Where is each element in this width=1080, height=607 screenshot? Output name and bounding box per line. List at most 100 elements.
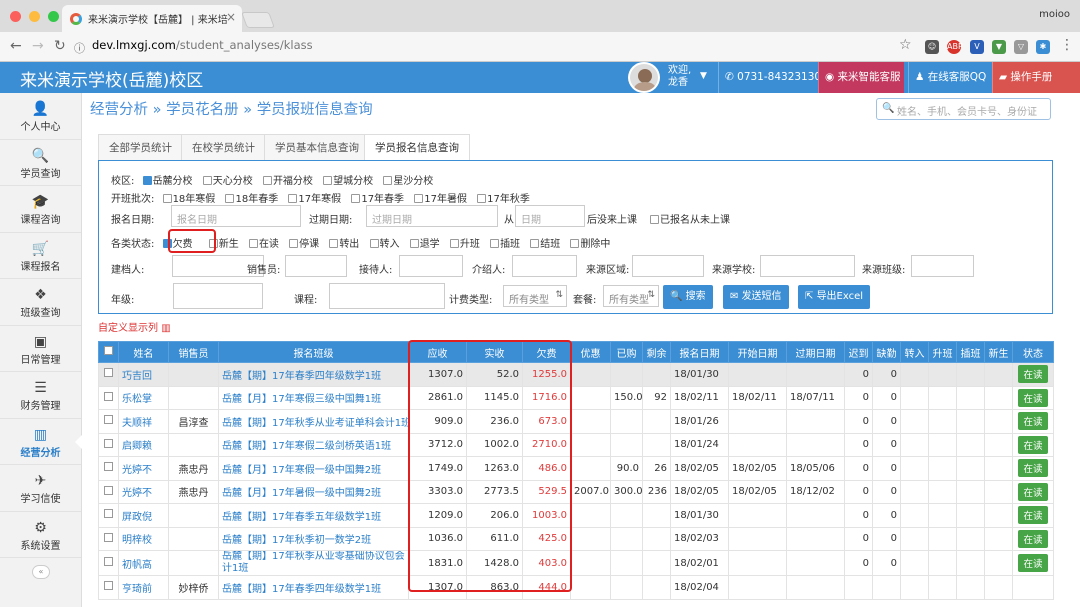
minimize-window-button[interactable]	[29, 11, 41, 22]
campus-option[interactable]: 天心分校	[198, 172, 253, 187]
col-header[interactable]: 欠费	[522, 341, 571, 363]
cell-name[interactable]: 夫顺祥	[118, 409, 169, 434]
status-option[interactable]: 转出	[324, 235, 359, 250]
browser-menu-icon[interactable]: ⋮	[1060, 37, 1074, 53]
batch-option[interactable]: 18年寒假	[158, 190, 215, 205]
table-row[interactable]: 初帆高 岳麓【期】17年秋季从业零基础协议包会计1班 1831.0 1428.0 403…	[98, 550, 1054, 576]
tab-all-students[interactable]: 全部学员统计	[98, 134, 183, 161]
cell-name[interactable]: 明梓校	[118, 526, 169, 551]
status-option[interactable]: 升班	[445, 235, 480, 250]
status-badge[interactable]: 在读	[1018, 529, 1048, 548]
col-header[interactable]: 过期日期	[786, 341, 845, 363]
extension-shield-icon[interactable]: ▼	[992, 40, 1006, 54]
col-header[interactable]: 状态	[1012, 341, 1054, 363]
source-class-input[interactable]	[911, 255, 974, 277]
cell-klass[interactable]: 岳麓【月】17年暑假一级中国舞2班	[218, 479, 409, 504]
row-checkbox[interactable]	[98, 503, 119, 528]
reload-icon[interactable]: ↻	[54, 38, 66, 54]
col-header[interactable]: 升班	[928, 341, 957, 363]
browser-tab[interactable]: 来米演示学校【岳麓】 | 来米培 ×	[62, 5, 242, 32]
campus-option[interactable]: 星沙分校	[378, 172, 433, 187]
grade-input[interactable]	[173, 283, 263, 309]
tab-enrolled-students[interactable]: 在校学员统计	[181, 134, 266, 161]
campus-option[interactable]: 岳麓分校	[138, 172, 193, 187]
table-row[interactable]: 屏政倪 岳麓【期】17年春季五年级数学1班 1209.0 206.0 1003.0 18/…	[98, 503, 1054, 528]
campus-option[interactable]: 开福分校	[258, 172, 313, 187]
batch-option[interactable]: 17年暑假	[409, 190, 467, 205]
tab-basic-info[interactable]: 学员基本信息查询	[264, 134, 370, 161]
collapse-sidebar-icon[interactable]: «	[32, 565, 50, 579]
never-attended-option[interactable]: 已报名从未上课	[645, 211, 730, 226]
col-header[interactable]: 开始日期	[728, 341, 787, 363]
export-excel-button[interactable]: ⇱ 导出Excel	[798, 285, 871, 309]
col-header[interactable]: 报名班级	[218, 341, 409, 363]
custom-columns-link[interactable]: 自定义显示列 ▥	[98, 319, 171, 334]
tab-close-icon[interactable]: ×	[226, 10, 236, 24]
back-icon[interactable]: ←	[10, 38, 22, 54]
cell-klass[interactable]: 岳麓【期】17年秋季从业考证单科会计1班	[218, 409, 409, 434]
cell-klass[interactable]: 岳麓【期】17年春季五年级数学1班	[218, 503, 409, 528]
col-header[interactable]: 剩余	[642, 341, 671, 363]
receiver-input[interactable]	[399, 255, 463, 277]
seller-input[interactable]	[285, 255, 347, 277]
qq-service-button[interactable]: ♟ 在线客服QQ	[908, 62, 992, 93]
close-window-button[interactable]	[10, 11, 21, 22]
cell-name[interactable]: 乐松掌	[118, 385, 169, 410]
tab-enroll-info[interactable]: 学员报名信息查询	[364, 134, 470, 162]
enroll-date-input[interactable]: 报名日期	[171, 205, 301, 227]
cell-name[interactable]: 光婷不	[118, 479, 169, 504]
sidebar-item-course-enroll[interactable]: 🛒 课程报名	[0, 233, 81, 279]
col-header[interactable]: 销售员	[168, 341, 219, 363]
select-all-checkbox[interactable]	[98, 341, 119, 363]
source-school-input[interactable]	[760, 255, 855, 277]
sidebar-item-analysis[interactable]: ▥ 经营分析	[0, 419, 82, 465]
info-icon[interactable]: ⓘ	[74, 40, 85, 56]
cell-klass[interactable]: 岳麓【期】17年秋季从业零基础协议包会计1班	[218, 550, 409, 576]
sidebar-item-daily[interactable]: ▣ 日常管理	[0, 326, 81, 372]
status-option[interactable]: 在读	[244, 235, 279, 250]
col-header[interactable]: 转入	[900, 341, 929, 363]
status-option[interactable]: 结班	[525, 235, 560, 250]
row-checkbox[interactable]	[98, 456, 119, 481]
sidebar-item-settings[interactable]: ⚙ 系统设置	[0, 512, 81, 558]
extension-filter-icon[interactable]: ▽	[1014, 40, 1028, 54]
expire-date-input[interactable]: 过期日期	[366, 205, 498, 227]
profile-name[interactable]: moioo	[1039, 9, 1070, 20]
bookmark-star-icon[interactable]: ☆	[899, 37, 912, 53]
cell-name[interactable]: 启卿赖	[118, 432, 169, 457]
cell-name[interactable]: 巧吉回	[118, 362, 169, 387]
batch-option[interactable]: 18年春季	[220, 190, 278, 205]
status-badge[interactable]: 在读	[1018, 506, 1048, 525]
table-row[interactable]: 夫顺祥 昌淳查 岳麓【期】17年秋季从业考证单科会计1班 909.0 236.0 673.…	[98, 409, 1054, 434]
forward-icon[interactable]: →	[32, 38, 44, 54]
col-header[interactable]: 已购	[610, 341, 643, 363]
extension-puzzle-icon[interactable]: ✱	[1036, 40, 1050, 54]
table-row[interactable]: 光婷不 燕忠丹 岳麓【月】17年暑假一级中国舞2班 3303.0 2773.5 529.5…	[98, 479, 1054, 504]
row-checkbox[interactable]	[98, 362, 119, 387]
breadcrumb-roster[interactable]: 学员花名册	[166, 102, 239, 118]
status-option[interactable]: 停课	[284, 235, 319, 250]
table-row[interactable]: 亨琦前 妙梓侨 岳麓【期】17年春季四年级数学1班 1307.0 863.0 444.0 1…	[98, 575, 1054, 600]
row-checkbox[interactable]	[98, 526, 119, 551]
extension-v-icon[interactable]: V	[970, 40, 984, 54]
cell-name[interactable]: 光婷不	[118, 456, 169, 481]
col-header[interactable]: 迟到	[844, 341, 873, 363]
cell-klass[interactable]: 岳麓【期】17年寒假二级剑桥英语1班	[218, 432, 409, 457]
status-option[interactable]: 转入	[365, 235, 400, 250]
status-option[interactable]: 删除中	[565, 235, 610, 250]
status-badge[interactable]: 在读	[1018, 365, 1048, 384]
user-menu-caret-icon[interactable]: ▼	[700, 71, 707, 81]
row-checkbox[interactable]	[98, 550, 119, 576]
new-tab-button[interactable]	[241, 12, 275, 28]
row-checkbox[interactable]	[98, 385, 119, 410]
adblock-icon[interactable]: ABP	[947, 40, 963, 54]
sidebar-item-messenger[interactable]: ✈ 学习信使	[0, 465, 81, 512]
sidebar-item-personal[interactable]: 👤 个人中心	[0, 93, 81, 140]
col-header[interactable]: 优惠	[570, 341, 611, 363]
table-row[interactable]: 乐松掌 岳麓【月】17年寒假三级中国舞1班 2861.0 1145.0 1716.0 15…	[98, 385, 1054, 410]
table-row[interactable]: 启卿赖 岳麓【期】17年寒假二级剑桥英语1班 3712.0 1002.0 2710.0 1…	[98, 432, 1054, 457]
search-button[interactable]: 🔍 搜索	[663, 285, 713, 309]
absent-since-date-input[interactable]: 日期	[515, 205, 585, 227]
status-option[interactable]: 插班	[485, 235, 520, 250]
welcome-text[interactable]: 欢迎, 龙香	[668, 65, 691, 89]
